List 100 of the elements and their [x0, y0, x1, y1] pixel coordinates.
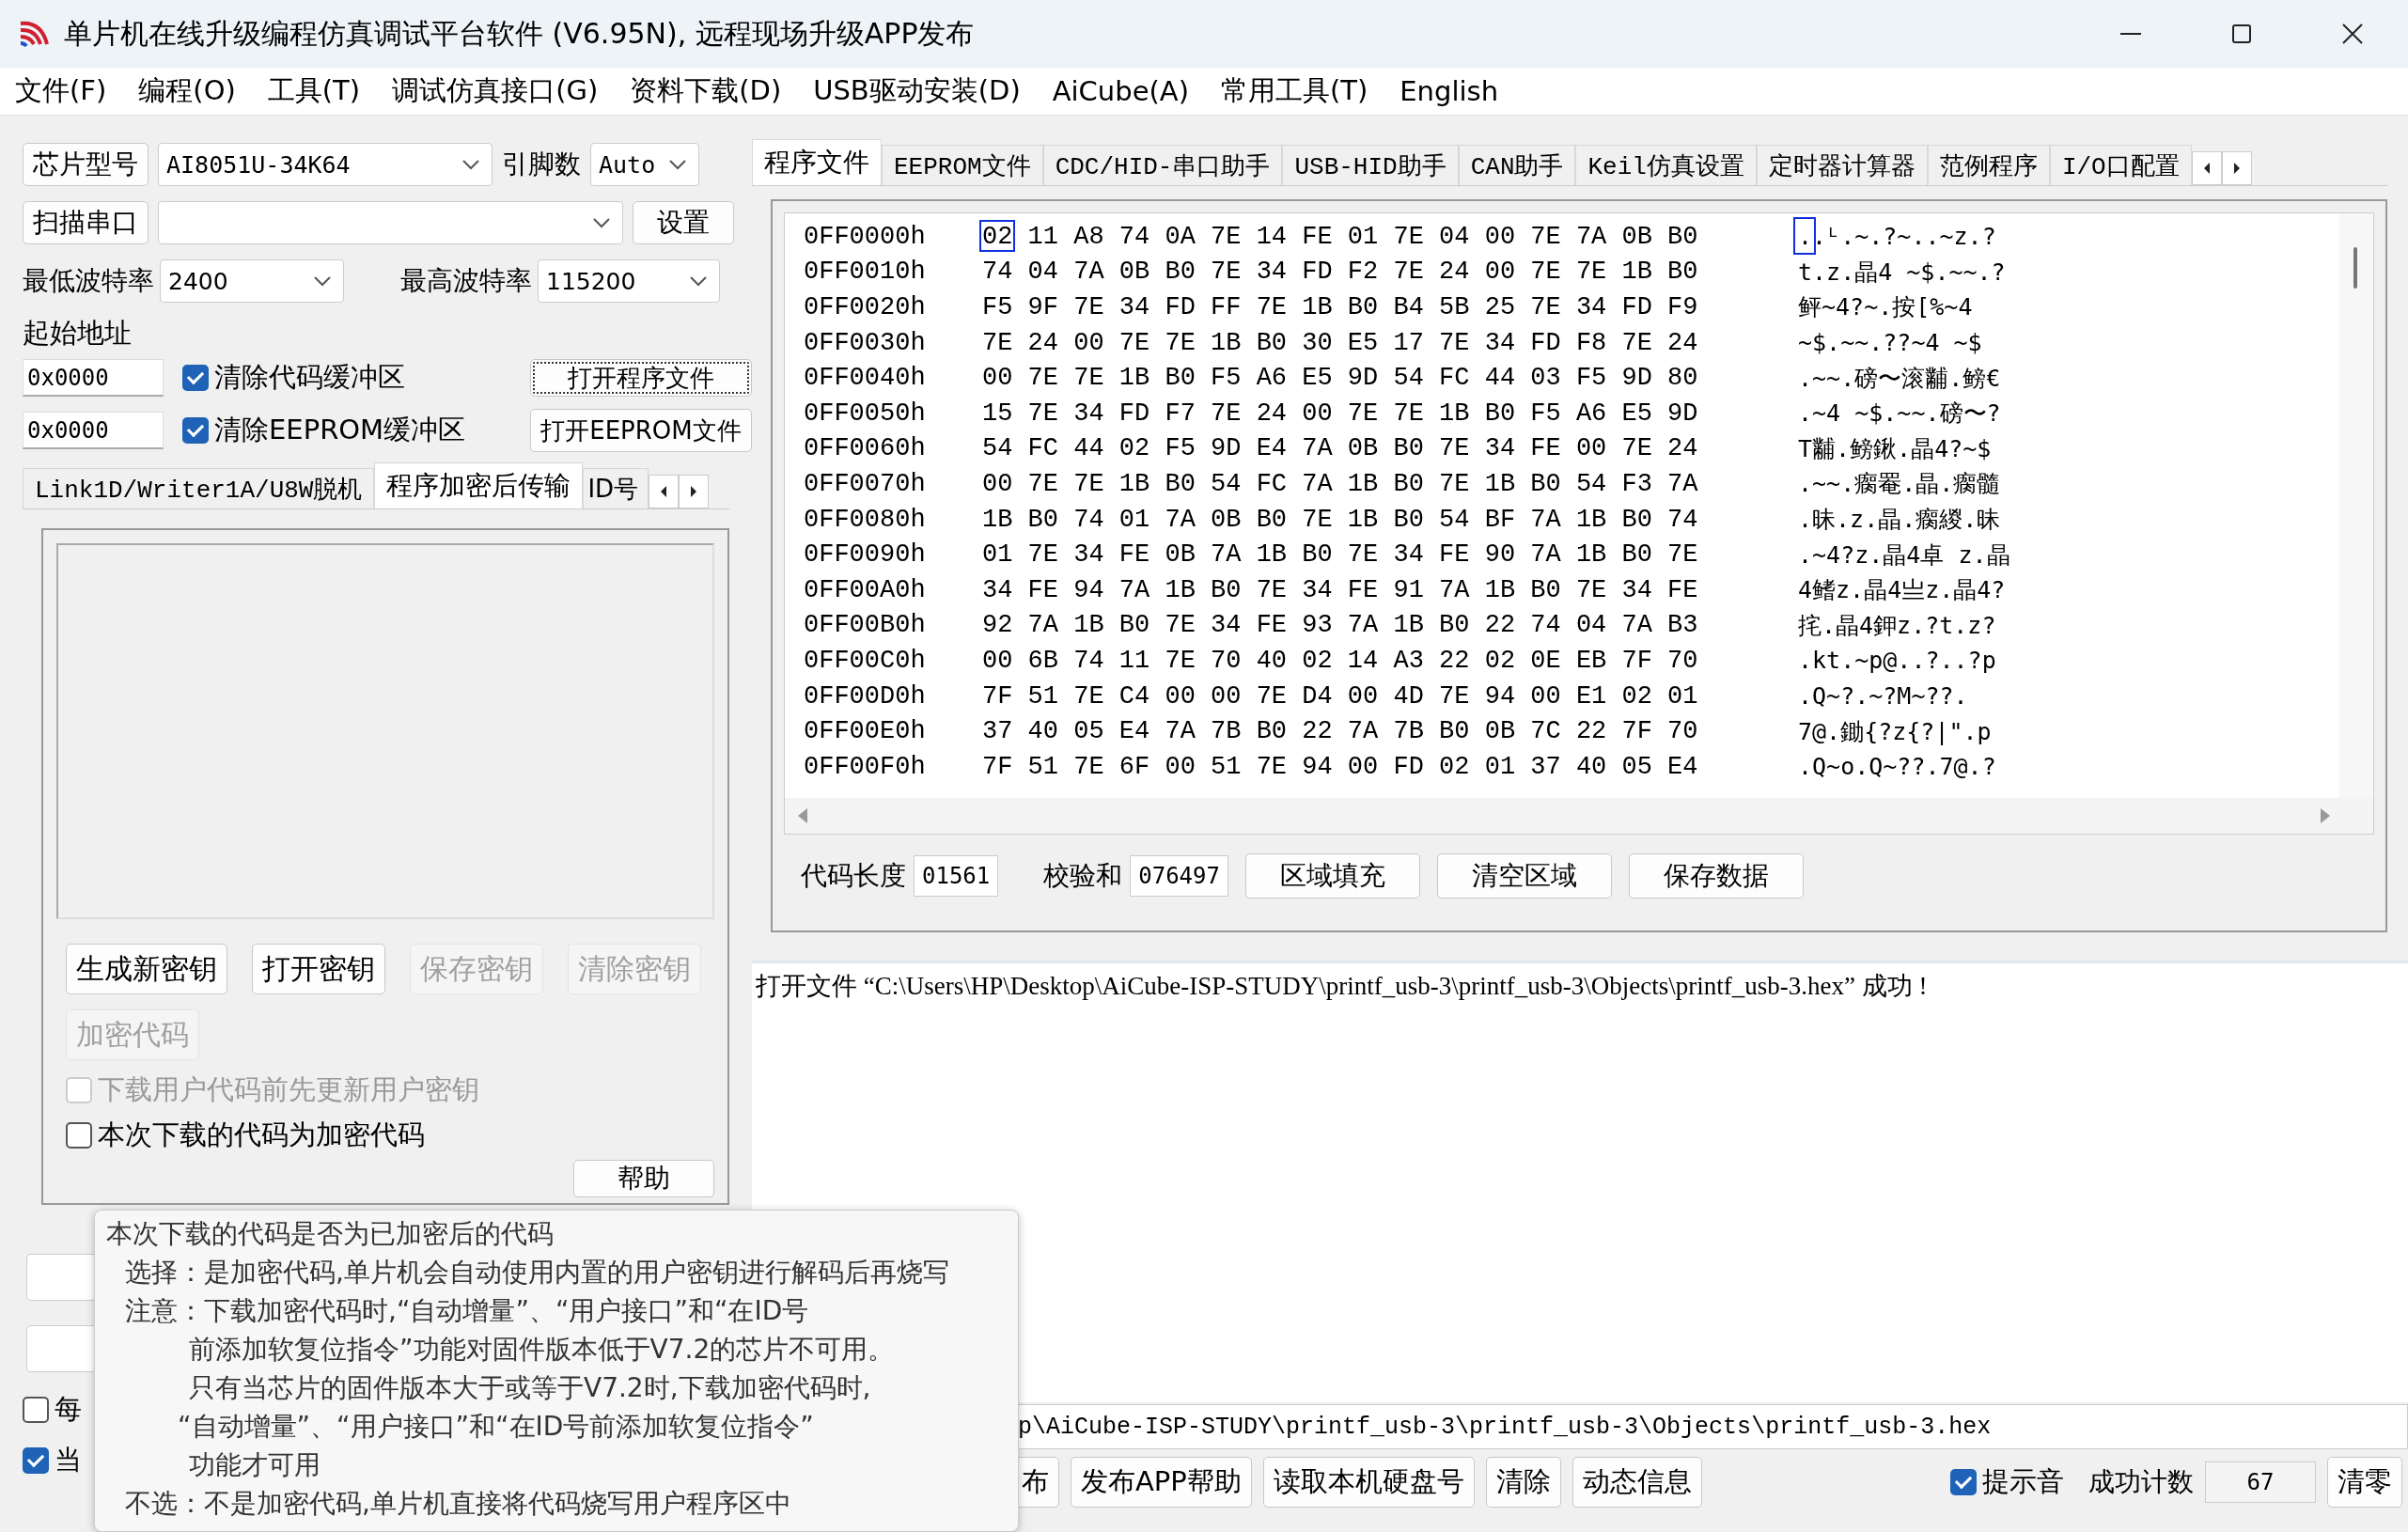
open-file-button[interactable]: 打开EEPROM文件: [530, 409, 752, 452]
scan-port-button[interactable]: 扫描串口: [23, 201, 149, 244]
menu-item[interactable]: English: [1399, 75, 1498, 107]
tab[interactable]: CDC/HID-串口助手: [1042, 145, 1283, 185]
action-button[interactable]: 保存数据: [1628, 853, 1804, 899]
checksum-label: 校验和: [1043, 859, 1123, 893]
hex-address: 0FF0090h: [804, 540, 927, 570]
max-baud-label: 最高波特率: [400, 264, 532, 298]
menu-item[interactable]: 编程(O): [138, 72, 236, 110]
hex-ascii: .~4 ~$.~~.磅〜?: [1798, 399, 2001, 428]
hex-address: 0FF0000h: [804, 222, 927, 251]
hex-address: 0FF00D0h: [804, 681, 927, 711]
start-address-label: 起始地址: [23, 316, 133, 351]
menu-item[interactable]: 调试仿真接口(G): [392, 72, 599, 110]
hex-ascii: 鲆~4?~.按[%~4: [1798, 293, 1973, 321]
hex-bytes: 7E 24 00 7E 7E 1B B0 30 E5 17 7E 34 FD F8 7E 24: [982, 328, 1698, 357]
hex-bytes: 74 04 7A 0B B0 7E 34 FD F2 7E 24 00 7E 7E 1B B0: [982, 258, 1698, 287]
hex-bytes: 54 FC 44 02 F5 9D E4 7A 0B B0 7E 34 FE 00 7E 24: [982, 434, 1698, 463]
tab[interactable]: I/O口配置: [2049, 145, 2192, 185]
scroll-right-icon[interactable]: [679, 475, 710, 508]
pin-count-dropdown[interactable]: Auto: [590, 143, 699, 186]
tab[interactable]: 程序加密后传输: [374, 462, 584, 508]
hex-bytes: 00 7E 7E 1B B0 F5 A6 E5 9D 54 FC 44 03 F5 9D 80: [982, 364, 1698, 393]
action-button[interactable]: 清除: [1485, 1457, 1561, 1508]
hex-bytes: 7F 51 7E 6F 00 51 7E 94 00 FD 02 01 37 40 05 E4: [982, 752, 1698, 781]
tooltip-line: 前添加软复位指令”功能对固件版本低于V7.2的芯片不可用。: [188, 1333, 896, 1367]
checkbox-label: 清除代码缓冲区: [214, 360, 405, 395]
hex-address: 0FF00F0h: [804, 752, 927, 781]
hex-bytes: 1B B0 74 01 7A 0B B0 7E 1B B0 54 BF 7A 1B B0 74: [982, 505, 1698, 534]
scroll-left-icon[interactable]: [2191, 151, 2222, 185]
tab[interactable]: Link1D/Writer1A/U8W脱机: [23, 468, 375, 508]
hex-bytes: 37 40 05 E4 7A 7B B0 22 7A 7B B0 0B 7C 22 7F 70: [982, 717, 1698, 746]
checkbox[interactable]: [23, 1447, 49, 1474]
menu-item[interactable]: USB驱动安装(D): [813, 72, 1021, 110]
tab[interactable]: 范例程序: [1927, 145, 2050, 185]
hex-ascii: 4鳍z.晶4亗z.晶4?: [1798, 576, 2006, 604]
tab[interactable]: USB-HID助手: [1282, 145, 1459, 185]
action-button[interactable]: 读取本机硬盘号: [1262, 1457, 1475, 1508]
tab[interactable]: ID号: [583, 468, 649, 508]
hex-address: 0FF00E0h: [804, 717, 927, 746]
address-field[interactable]: 0x0000: [23, 412, 164, 449]
menu-item[interactable]: AiCube(A): [1052, 75, 1189, 107]
tab[interactable]: EEPROM文件: [882, 145, 1043, 185]
hex-bytes: F5 9F 7E 34 FD FF 7E 1B B0 B4 5B 25 7E 34 FD F9: [982, 293, 1698, 321]
menu-item[interactable]: 资料下载(D): [630, 72, 782, 110]
max-baud-dropdown[interactable]: 115200: [538, 259, 720, 303]
chip-model-dropdown[interactable]: AI8051U-34K64: [158, 143, 493, 186]
tab[interactable]: CAN助手: [1458, 145, 1576, 185]
hex-ascii: .Q~?.~?M~??.: [1798, 682, 1968, 710]
vertical-scrollbar[interactable]: [2339, 213, 2373, 798]
success-count-label: 成功计数: [2088, 1465, 2194, 1499]
hex-ascii: .Q~o.Q~??.7@.?: [1798, 753, 1996, 781]
hex-bytes: 92 7A 1B B0 7E 34 FE 93 7A 1B B0 22 74 04 7A B3: [982, 611, 1698, 640]
hex-bytes: 7F 51 7E C4 00 00 7E D4 00 4D 7E 94 00 E1 02 01: [982, 681, 1698, 711]
code-length-field: 01561: [914, 855, 999, 897]
scroll-right-icon[interactable]: [2221, 151, 2252, 185]
chevron-down-icon: [592, 217, 611, 228]
hex-ascii: T黼.鳑鍬.晶4?~$: [1798, 434, 1992, 462]
menu-item[interactable]: 常用工具(T): [1220, 72, 1368, 110]
hex-ascii: 挓.晶4鉀z.?t.z?: [1798, 611, 1996, 639]
tab[interactable]: Keil仿真设置: [1575, 145, 1757, 185]
help-button[interactable]: 帮助: [573, 1160, 714, 1197]
hex-bytes: 02 11 A8 74 0A 7E 14 FE 01 7E 04 00 7E 7A 0B B0: [982, 222, 1698, 251]
min-baud-dropdown[interactable]: 2400: [160, 259, 344, 303]
chevron-down-icon: [668, 159, 687, 170]
hex-address: 0FF0040h: [804, 364, 927, 393]
hex-bytes: 01 7E 34 FE 0B 7A 1B B0 7E 34 FE 90 7A 1B B0 7E: [982, 540, 1698, 570]
tooltip-line: 注意：下载加密代码时,“自动增量”、“用户接口”和“在ID号: [124, 1294, 810, 1328]
tab[interactable]: 定时器计算器: [1756, 145, 1928, 185]
action-button[interactable]: 发布APP帮助: [1071, 1457, 1252, 1508]
action-button[interactable]: 清空区域: [1436, 853, 1612, 899]
checkbox[interactable]: [1950, 1469, 1977, 1495]
pin-count-label: 引脚数: [502, 148, 581, 181]
checkbox-label: 本次下载的代码为加密代码: [98, 1118, 425, 1152]
checkbox[interactable]: [66, 1122, 92, 1149]
hex-address: 0FF00C0h: [804, 646, 927, 675]
hex-ascii: .~4?z.晶4卓 z.晶: [1798, 540, 2010, 569]
key-button[interactable]: 打开密钥: [252, 944, 385, 994]
hex-bytes: 15 7E 34 FD F7 7E 24 00 7E 7E 1B B0 F5 A6 E5 9D: [982, 399, 1698, 428]
checkbox-label: 清除EEPROM缓冲区: [214, 413, 466, 447]
hex-bytes: 00 6B 74 11 7E 70 40 02 14 A3 22 02 0E EB 7F 70: [982, 646, 1698, 675]
tooltip-line: 不选：不是加密代码,单片机直接将代码烧写用户程序区中: [124, 1487, 792, 1521]
hex-ascii: .~~.磅〜滚黼.鳑€: [1798, 364, 2001, 392]
open-file-button[interactable]: 打开程序文件: [530, 359, 752, 397]
chip-model-button[interactable]: 芯片型号: [23, 143, 149, 186]
chevron-down-icon: [313, 275, 332, 287]
checkbox[interactable]: [182, 417, 209, 444]
hex-ascii: t.z.晶4 ~$.~~.?: [1798, 258, 2006, 286]
action-button[interactable]: 区域填充: [1244, 853, 1420, 899]
settings-button[interactable]: 设置: [633, 201, 734, 244]
menu-item[interactable]: 工具(T): [267, 72, 361, 110]
tab[interactable]: 程序文件: [752, 139, 882, 185]
key-button[interactable]: 生成新密钥: [66, 944, 227, 994]
address-field[interactable]: 0x0000: [23, 359, 164, 397]
reset-button[interactable]: 清零: [2327, 1457, 2402, 1508]
checkbox[interactable]: [23, 1397, 49, 1423]
action-button[interactable]: 动态信息: [1571, 1457, 1702, 1508]
menu-item[interactable]: 文件(F): [15, 72, 107, 110]
checkbox[interactable]: [182, 365, 209, 391]
scroll-left-icon[interactable]: [649, 475, 680, 508]
